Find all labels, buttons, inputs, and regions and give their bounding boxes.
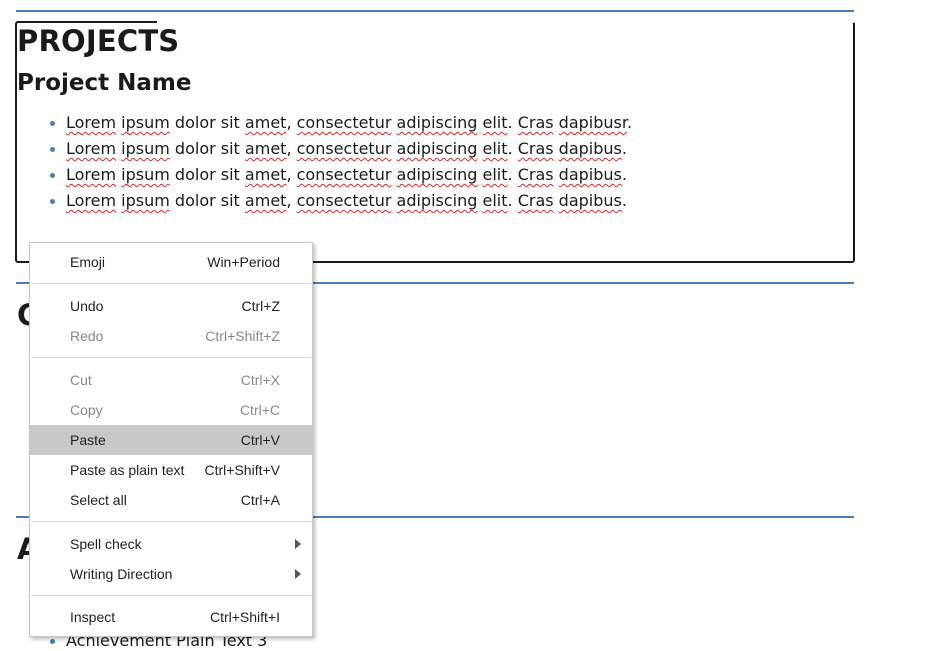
menu-separator [31,595,311,596]
menu-item-shortcut: Ctrl+A [240,492,280,508]
context-menu: Emoji Win+Period Undo Ctrl+Z Redo Ctrl+S… [29,242,313,637]
project-bullet-list: Lorem ipsum dolor sit amet, consectetur … [48,113,632,217]
menu-item-label: Paste as plain text [70,462,185,478]
menu-separator [31,357,311,358]
menu-item-label: Emoji [70,254,106,270]
menu-item-shortcut: Ctrl+Shift+V [204,462,280,478]
menu-item-label: Spell check [70,536,142,552]
menu-separator [31,283,311,284]
menu-item-writing-direction[interactable]: Writing Direction [30,559,312,589]
list-item[interactable]: Lorem ipsum dolor sit amet, consectetur … [48,191,632,217]
menu-item-emoji[interactable]: Emoji Win+Period [30,247,312,277]
menu-item-shortcut: Ctrl+Shift+Z [205,328,280,344]
menu-item-cut[interactable]: Cut Ctrl+X [30,365,312,395]
list-item[interactable]: Lorem ipsum dolor sit amet, consectetur … [48,113,632,139]
projects-title: PROJECTS [17,24,180,58]
menu-item-label: Copy [70,402,103,418]
menu-item-paste[interactable]: Paste Ctrl+V [30,425,312,455]
menu-item-select-all[interactable]: Select all Ctrl+A [30,485,312,515]
menu-item-inspect[interactable]: Inspect Ctrl+Shift+I [30,602,312,632]
menu-item-undo[interactable]: Undo Ctrl+Z [30,291,312,321]
menu-item-label: Inspect [70,609,116,625]
menu-item-shortcut: Ctrl+Shift+I [209,609,280,625]
menu-item-paste-plain-text[interactable]: Paste as plain text Ctrl+Shift+V [30,455,312,485]
list-item[interactable]: Lorem ipsum dolor sit amet, consectetur … [48,139,632,165]
menu-item-label: Select all [70,492,127,508]
menu-item-redo[interactable]: Redo Ctrl+Shift+Z [30,321,312,351]
menu-item-shortcut: Ctrl+V [240,432,280,448]
menu-item-label: Paste [70,432,106,448]
menu-item-shortcut: Ctrl+C [239,402,280,418]
menu-item-shortcut: Ctrl+Z [241,298,281,314]
menu-item-label: Cut [70,372,92,388]
list-item[interactable]: Lorem ipsum dolor sit amet, consectetur … [48,165,632,191]
submenu-arrow-icon [295,539,301,549]
menu-item-label: Redo [70,328,104,344]
menu-item-shortcut: Ctrl+X [240,372,280,388]
menu-item-label: Writing Direction [70,566,173,582]
menu-item-copy[interactable]: Copy Ctrl+C [30,395,312,425]
project-name[interactable]: Project Name [17,72,191,95]
menu-item-shortcut: Win+Period [207,254,280,270]
menu-separator [31,521,311,522]
menu-item-spell-check[interactable]: Spell check [30,529,312,559]
box-notch [157,15,854,23]
section-divider-top [16,10,854,12]
menu-item-label: Undo [70,298,104,314]
submenu-arrow-icon [295,569,301,579]
